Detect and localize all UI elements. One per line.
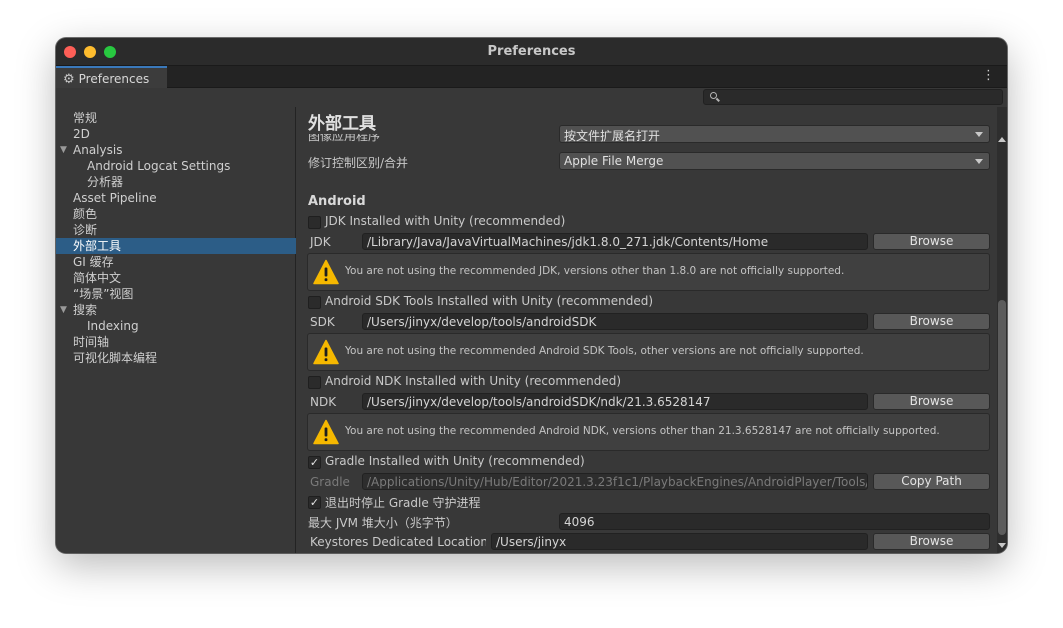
sidebar-item-scene-view[interactable]: “场景”视图 — [56, 286, 296, 302]
jdk-installed-label: JDK Installed with Unity (recommended) — [325, 214, 566, 228]
scroll-thumb[interactable] — [998, 300, 1006, 535]
expand-arrow-icon[interactable]: ▼ — [60, 142, 67, 158]
expand-arrow-icon[interactable]: ▼ — [60, 302, 67, 318]
tab-label: Preferences — [78, 72, 150, 86]
sdk-browse-button[interactable]: Browse — [873, 313, 990, 330]
sdk-installed-label: Android SDK Tools Installed with Unity (… — [325, 294, 654, 308]
chevron-down-icon — [975, 159, 983, 164]
gradle-path-field[interactable]: /Applications/Unity/Hub/Editor/2021.3.23… — [362, 473, 868, 490]
sidebar-item-search[interactable]: ▼ 搜索 — [56, 302, 296, 318]
jvm-heap-field[interactable]: 4096 — [559, 513, 990, 530]
sidebar-item-external-tools[interactable]: 外部工具 — [56, 238, 296, 254]
warning-icon — [313, 259, 339, 285]
revision-control-label: 修订控制区别/合并 — [308, 156, 409, 170]
gear-icon: ⚙ — [63, 71, 75, 87]
sidebar-item-gi-cache[interactable]: GI 缓存 — [56, 254, 296, 270]
copy-path-button[interactable]: Copy Path — [873, 473, 990, 490]
window-title: Preferences — [487, 44, 576, 59]
warning-icon — [313, 419, 339, 445]
sidebar-item-analysis[interactable]: ▼ Analysis — [56, 142, 296, 158]
title-bar: Preferences — [56, 38, 1007, 66]
jdk-label: JDK — [310, 235, 331, 249]
ndk-installed-checkbox[interactable] — [308, 376, 321, 389]
ndk-browse-button[interactable]: Browse — [873, 393, 990, 410]
jdk-browse-button[interactable]: Browse — [873, 233, 990, 250]
jdk-warning-box: You are not using the recommended JDK, v… — [307, 253, 990, 291]
sidebar-item-indexing[interactable]: Indexing — [56, 318, 296, 334]
ndk-installed-label: Android NDK Installed with Unity (recomm… — [325, 374, 622, 388]
tab-preferences[interactable]: ⚙ Preferences — [56, 66, 167, 88]
sidebar-item-colors[interactable]: 颜色 — [56, 206, 296, 222]
search-row — [56, 88, 1007, 107]
gradle-installed-checkbox[interactable]: ✓ — [308, 456, 321, 469]
image-app-dropdown[interactable]: 按文件扩展名打开 — [559, 125, 990, 143]
gradle-installed-label: Gradle Installed with Unity (recommended… — [325, 454, 585, 468]
sidebar-item-timeline[interactable]: 时间轴 — [56, 334, 296, 350]
revision-control-dropdown[interactable]: Apple File Merge — [559, 152, 990, 170]
preferences-content: 外部工具 图像应用程序 按文件扩展名打开 修订控制区别/合并 Apple Fil… — [297, 107, 1007, 553]
keystore-path-field[interactable]: /Users/jinyx — [491, 533, 868, 550]
ndk-warning-box: You are not using the recommended Androi… — [307, 413, 990, 451]
sdk-label: SDK — [310, 315, 335, 329]
sidebar-item-asset-pipeline[interactable]: Asset Pipeline — [56, 190, 296, 206]
scroll-up-icon[interactable] — [998, 137, 1006, 142]
jvm-heap-label: 最大 JVM 堆大小（兆字节） — [308, 516, 458, 530]
tab-bar: ⚙ Preferences ⋮ — [56, 66, 1007, 88]
sidebar-item-diagnostics[interactable]: 诊断 — [56, 222, 296, 238]
jdk-warning-text: You are not using the recommended JDK, v… — [345, 265, 845, 277]
sidebar-item-general[interactable]: 常规 — [56, 110, 296, 126]
search-icon — [710, 92, 717, 99]
ndk-label: NDK — [310, 395, 337, 409]
stop-gradle-checkbox[interactable]: ✓ — [308, 496, 321, 509]
sidebar-item-android-logcat-settings[interactable]: Android Logcat Settings — [56, 158, 296, 174]
sdk-warning-box: You are not using the recommended Androi… — [307, 333, 990, 371]
page-title: 外部工具 — [308, 109, 382, 134]
vertical-scrollbar[interactable] — [997, 107, 1007, 553]
jdk-path-field[interactable]: /Library/Java/JavaVirtualMachines/jdk1.8… — [362, 233, 868, 250]
chevron-down-icon — [975, 132, 983, 137]
keystore-browse-button[interactable]: Browse — [873, 533, 990, 550]
preferences-sidebar: 常规 2D ▼ Analysis Android Logcat Settings … — [56, 107, 296, 553]
sidebar-item-2d[interactable]: 2D — [56, 126, 296, 142]
sdk-installed-checkbox[interactable] — [308, 296, 321, 309]
scroll-down-icon[interactable] — [998, 543, 1006, 548]
kebab-menu-icon[interactable]: ⋮ — [982, 69, 995, 82]
warning-icon — [313, 339, 339, 365]
preferences-window: Preferences ⚙ Preferences ⋮ 常规 2D ▼ Analy… — [56, 38, 1007, 553]
stop-gradle-label: 退出时停止 Gradle 守护进程 — [325, 496, 481, 510]
ndk-path-field[interactable]: /Users/jinyx/develop/tools/androidSDK/nd… — [362, 393, 868, 410]
sidebar-item-visual-scripting[interactable]: 可视化脚本编程 — [56, 350, 296, 366]
gradle-label: Gradle — [310, 475, 350, 489]
sidebar-item-profiler[interactable]: 分析器 — [56, 174, 296, 190]
keystore-location-label: Keystores Dedicated Location — [310, 535, 486, 549]
search-input[interactable] — [703, 89, 1003, 105]
jdk-installed-checkbox[interactable] — [308, 216, 321, 229]
sidebar-item-simplified-chinese[interactable]: 简体中文 — [56, 270, 296, 286]
sdk-path-field[interactable]: /Users/jinyx/develop/tools/androidSDK — [362, 313, 868, 330]
ndk-warning-text: You are not using the recommended Androi… — [345, 425, 940, 437]
sdk-warning-text: You are not using the recommended Androi… — [345, 345, 864, 357]
android-section-title: Android — [308, 194, 366, 209]
